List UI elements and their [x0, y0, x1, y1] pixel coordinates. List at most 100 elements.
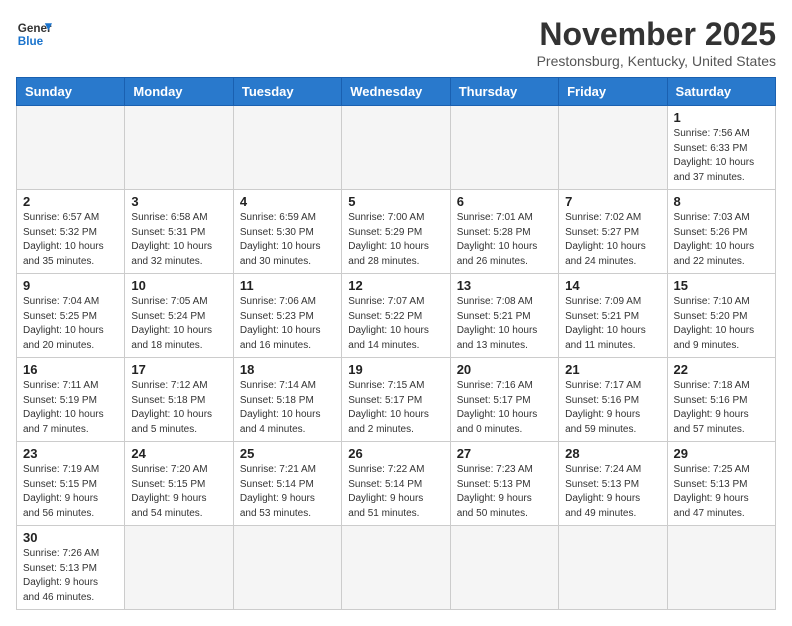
calendar-cell: 5Sunrise: 7:00 AM Sunset: 5:29 PM Daylig…: [342, 190, 450, 274]
title-area: November 2025 Prestonsburg, Kentucky, Un…: [537, 16, 776, 69]
day-info: Sunrise: 7:01 AM Sunset: 5:28 PM Dayligh…: [457, 211, 552, 269]
calendar-week-row: 16 Sunrise: 7:11 AM Sunset: 5:19 PM Dayli…: [17, 358, 776, 442]
day-number: 17: [131, 362, 226, 377]
calendar-cell: 3 Sunrise: 6:58 AM Sunset: 5:31 PM Daylig…: [125, 190, 233, 274]
calendar-cell: 17 Sunrise: 7:12 AM Sunset: 5:18 PM Dayli…: [125, 358, 233, 442]
day-info: Sunrise: 7:24 AM Sunset: 5:13 PM Dayligh…: [565, 463, 660, 521]
day-header-wednesday: Wednesday: [342, 78, 450, 106]
calendar-cell: 30 Sunrise: 7:26 AM Sunset: 5:13 PM Dayli…: [17, 526, 125, 610]
calendar-cell: [17, 106, 125, 190]
day-info: Sunrise: 7:11 AM Sunset: 5:19 PM Dayligh…: [23, 379, 118, 437]
calendar-week-row: 23 Sunrise: 7:19 AM Sunset: 5:15 PM Dayli…: [17, 442, 776, 526]
generalblue-logo-icon: General Blue: [16, 16, 52, 52]
calendar-cell: 12 Sunrise: 7:07 AM Sunset: 5:22 PM Dayli…: [342, 274, 450, 358]
calendar-cell: 25Sunrise: 7:21 AM Sunset: 5:14 PM Dayli…: [233, 442, 341, 526]
day-number: 27: [457, 446, 552, 461]
day-number: 13: [457, 278, 552, 293]
calendar-cell: 10 Sunrise: 7:05 AM Sunset: 5:24 PM Dayli…: [125, 274, 233, 358]
calendar-week-row: 2 Sunrise: 6:57 AM Sunset: 5:32 PM Daylig…: [17, 190, 776, 274]
calendar-cell: [667, 526, 775, 610]
calendar-header-row: SundayMondayTuesdayWednesdayThursdayFrid…: [17, 78, 776, 106]
calendar-cell: 27 Sunrise: 7:23 AM Sunset: 5:13 PM Dayli…: [450, 442, 558, 526]
day-number: 22: [674, 362, 769, 377]
calendar-cell: [233, 526, 341, 610]
calendar-table: SundayMondayTuesdayWednesdayThursdayFrid…: [16, 77, 776, 610]
day-number: 30: [23, 530, 118, 545]
calendar-cell: 24Sunrise: 7:20 AM Sunset: 5:15 PM Dayli…: [125, 442, 233, 526]
day-header-sunday: Sunday: [17, 78, 125, 106]
day-number: 26: [348, 446, 443, 461]
month-title: November 2025: [537, 16, 776, 53]
calendar-cell: 16 Sunrise: 7:11 AM Sunset: 5:19 PM Dayli…: [17, 358, 125, 442]
day-number: 28: [565, 446, 660, 461]
day-header-tuesday: Tuesday: [233, 78, 341, 106]
day-info: Sunrise: 7:05 AM Sunset: 5:24 PM Dayligh…: [131, 295, 226, 353]
calendar-cell: 14 Sunrise: 7:09 AM Sunset: 5:21 PM Dayli…: [559, 274, 667, 358]
day-info: Sunrise: 7:12 AM Sunset: 5:18 PM Dayligh…: [131, 379, 226, 437]
day-number: 2: [23, 194, 118, 209]
calendar-cell: 8 Sunrise: 7:03 AM Sunset: 5:26 PM Daylig…: [667, 190, 775, 274]
day-number: 8: [674, 194, 769, 209]
day-number: 12: [348, 278, 443, 293]
day-info: Sunrise: 7:14 AM Sunset: 5:18 PM Dayligh…: [240, 379, 335, 437]
day-info: Sunrise: 7:10 AM Sunset: 5:20 PM Dayligh…: [674, 295, 769, 353]
day-info: Sunrise: 7:23 AM Sunset: 5:13 PM Dayligh…: [457, 463, 552, 521]
day-info: Sunrise: 7:16 AM Sunset: 5:17 PM Dayligh…: [457, 379, 552, 437]
day-number: 15: [674, 278, 769, 293]
calendar-cell: 23 Sunrise: 7:19 AM Sunset: 5:15 PM Dayli…: [17, 442, 125, 526]
day-info: Sunrise: 7:06 AM Sunset: 5:23 PM Dayligh…: [240, 295, 335, 353]
calendar-cell: 15 Sunrise: 7:10 AM Sunset: 5:20 PM Dayli…: [667, 274, 775, 358]
day-number: 16: [23, 362, 118, 377]
day-info: Sunrise: 7:56 AM Sunset: 6:33 PM Dayligh…: [674, 127, 769, 185]
calendar-cell: [450, 106, 558, 190]
calendar-cell: [342, 526, 450, 610]
day-info: Sunrise: 6:59 AM Sunset: 5:30 PM Dayligh…: [240, 211, 335, 269]
day-number: 19: [348, 362, 443, 377]
day-number: 20: [457, 362, 552, 377]
day-header-saturday: Saturday: [667, 78, 775, 106]
calendar-cell: [559, 106, 667, 190]
day-number: 23: [23, 446, 118, 461]
day-info: Sunrise: 6:57 AM Sunset: 5:32 PM Dayligh…: [23, 211, 118, 269]
day-number: 25: [240, 446, 335, 461]
day-number: 14: [565, 278, 660, 293]
day-info: Sunrise: 7:04 AM Sunset: 5:25 PM Dayligh…: [23, 295, 118, 353]
day-header-monday: Monday: [125, 78, 233, 106]
day-number: 9: [23, 278, 118, 293]
day-number: 6: [457, 194, 552, 209]
calendar-cell: 21Sunrise: 7:17 AM Sunset: 5:16 PM Dayli…: [559, 358, 667, 442]
day-info: Sunrise: 7:19 AM Sunset: 5:15 PM Dayligh…: [23, 463, 118, 521]
day-number: 29: [674, 446, 769, 461]
calendar-cell: [125, 106, 233, 190]
day-header-friday: Friday: [559, 78, 667, 106]
day-info: Sunrise: 7:26 AM Sunset: 5:13 PM Dayligh…: [23, 547, 118, 605]
day-info: Sunrise: 7:02 AM Sunset: 5:27 PM Dayligh…: [565, 211, 660, 269]
calendar-cell: [125, 526, 233, 610]
day-number: 3: [131, 194, 226, 209]
calendar-cell: 2 Sunrise: 6:57 AM Sunset: 5:32 PM Daylig…: [17, 190, 125, 274]
calendar-cell: 20 Sunrise: 7:16 AM Sunset: 5:17 PM Dayli…: [450, 358, 558, 442]
day-number: 4: [240, 194, 335, 209]
calendar-cell: 29Sunrise: 7:25 AM Sunset: 5:13 PM Dayli…: [667, 442, 775, 526]
location-subtitle: Prestonsburg, Kentucky, United States: [537, 53, 776, 69]
day-info: Sunrise: 7:03 AM Sunset: 5:26 PM Dayligh…: [674, 211, 769, 269]
calendar-cell: 6 Sunrise: 7:01 AM Sunset: 5:28 PM Daylig…: [450, 190, 558, 274]
day-info: Sunrise: 7:09 AM Sunset: 5:21 PM Dayligh…: [565, 295, 660, 353]
day-info: Sunrise: 6:58 AM Sunset: 5:31 PM Dayligh…: [131, 211, 226, 269]
calendar-cell: [233, 106, 341, 190]
day-info: Sunrise: 7:17 AM Sunset: 5:16 PM Dayligh…: [565, 379, 660, 437]
calendar-cell: [559, 526, 667, 610]
day-number: 1: [674, 110, 769, 125]
svg-text:Blue: Blue: [18, 35, 44, 48]
calendar-cell: 26Sunrise: 7:22 AM Sunset: 5:14 PM Dayli…: [342, 442, 450, 526]
page-header: General Blue November 2025 Prestonsburg,…: [16, 16, 776, 69]
calendar-cell: 13Sunrise: 7:08 AM Sunset: 5:21 PM Dayli…: [450, 274, 558, 358]
day-number: 24: [131, 446, 226, 461]
day-info: Sunrise: 7:07 AM Sunset: 5:22 PM Dayligh…: [348, 295, 443, 353]
calendar-cell: 4 Sunrise: 6:59 AM Sunset: 5:30 PM Daylig…: [233, 190, 341, 274]
day-number: 10: [131, 278, 226, 293]
calendar-week-row: 30 Sunrise: 7:26 AM Sunset: 5:13 PM Dayli…: [17, 526, 776, 610]
day-info: Sunrise: 7:00 AM Sunset: 5:29 PM Dayligh…: [348, 211, 443, 269]
day-info: Sunrise: 7:18 AM Sunset: 5:16 PM Dayligh…: [674, 379, 769, 437]
day-number: 18: [240, 362, 335, 377]
